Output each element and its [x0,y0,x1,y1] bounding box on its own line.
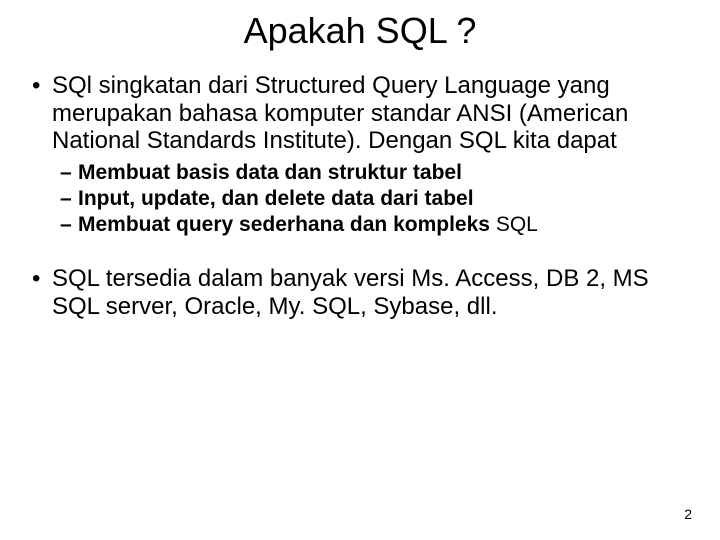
slide-body: SQl singkatan dari Structured Query Lang… [0,72,720,320]
slide: Apakah SQL ? SQl singkatan dari Structur… [0,0,720,540]
bullet-text-2: SQL tersedia dalam banyak versi Ms. Acce… [52,265,649,320]
sub-bullet-text-3: Membuat query sederhana dan kompleks [78,213,490,236]
sub-bullet-1: Membuat basis data dan struktur tabel [60,161,688,185]
bullet-list: SQl singkatan dari Structured Query Lang… [32,72,688,320]
page-number: 2 [684,506,692,522]
bullet-item-2: SQL tersedia dalam banyak versi Ms. Acce… [32,265,688,320]
bullet-text-1: SQl singkatan dari Structured Query Lang… [52,72,628,154]
sub-bullet-3: Membuat query sederhana dan kompleks SQL [60,213,688,237]
sub-bullet-text-2: Input, update, dan delete data dari tabe… [78,187,474,210]
sub-bullet-text-1: Membuat basis data dan struktur tabel [78,161,462,184]
bullet-item-1: SQl singkatan dari Structured Query Lang… [32,72,688,237]
sub-bullet-text-3-tail: SQL [496,213,538,236]
sub-bullet-list: Membuat basis data dan struktur tabel In… [52,161,688,237]
slide-title: Apakah SQL ? [0,0,720,72]
sub-bullet-2: Input, update, dan delete data dari tabe… [60,187,688,211]
